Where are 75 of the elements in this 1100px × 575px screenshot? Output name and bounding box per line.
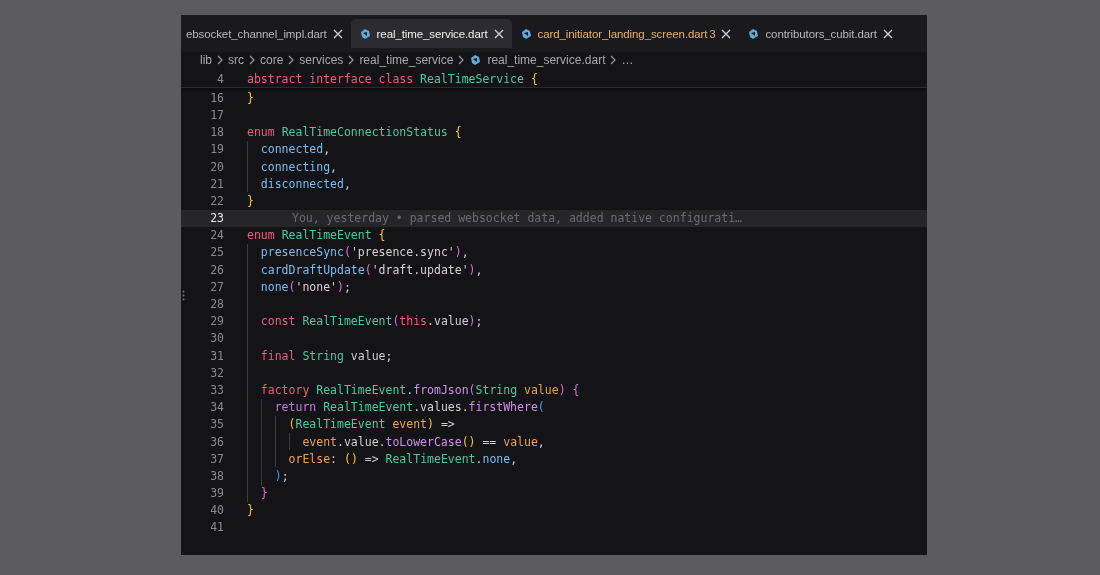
line-number: 35 bbox=[209, 417, 225, 432]
line-number: 39 bbox=[209, 486, 225, 501]
close-icon[interactable] bbox=[721, 28, 732, 39]
close-icon[interactable] bbox=[332, 28, 343, 39]
line-number: 37 bbox=[209, 451, 225, 466]
breadcrumb-item[interactable]: services bbox=[299, 53, 344, 67]
code-line: none('none'); bbox=[259, 279, 351, 294]
code-line: connecting, bbox=[259, 159, 338, 174]
line-number: 28 bbox=[209, 297, 225, 312]
breadcrumb-item[interactable]: core bbox=[260, 53, 284, 67]
code-line: } bbox=[247, 503, 254, 518]
editor-tab[interactable]: card_initiator_landing_screen.dart 3 bbox=[511, 19, 740, 48]
line-number: 4 bbox=[216, 71, 225, 86]
code-line: connected, bbox=[259, 142, 331, 157]
line-number: 30 bbox=[209, 331, 225, 346]
code-line: event.value.toLowerCase() == value, bbox=[301, 434, 545, 449]
resize-handle-icon[interactable] bbox=[182, 290, 185, 301]
line-number: 17 bbox=[209, 107, 225, 122]
code-line: cardDraftUpdate('draft.update'), bbox=[259, 262, 483, 277]
problem-count: 3 bbox=[709, 27, 716, 40]
editor-tab[interactable]: ebsocket_channel_impl.dart bbox=[181, 19, 351, 48]
line-number: 31 bbox=[209, 348, 225, 363]
code-line: } bbox=[259, 486, 268, 501]
code-line: ); bbox=[273, 468, 289, 483]
code-line: enum RealTimeConnectionStatus { bbox=[247, 125, 462, 140]
line-number: 21 bbox=[209, 176, 225, 191]
breadcrumb-item[interactable]: … bbox=[621, 53, 634, 67]
line-number: 38 bbox=[209, 468, 225, 483]
breadcrumb-item[interactable]: src bbox=[228, 53, 244, 67]
code-line: presenceSync('presence.sync'), bbox=[259, 245, 469, 260]
line-number: 32 bbox=[209, 365, 225, 380]
breadcrumb-item[interactable]: real_time_service bbox=[359, 53, 454, 67]
code-line: return RealTimeEvent.values.firstWhere( bbox=[273, 400, 545, 415]
line-number: 16 bbox=[209, 90, 225, 105]
line-number: 41 bbox=[209, 520, 225, 535]
code-line: abstract interface class RealTimeService { bbox=[247, 71, 538, 86]
code-line: const RealTimeEvent(this.value); bbox=[259, 314, 483, 329]
chevron-icon bbox=[249, 55, 255, 65]
code-line: final String value; bbox=[259, 348, 393, 363]
line-number: 22 bbox=[209, 193, 225, 208]
close-icon[interactable] bbox=[882, 28, 893, 39]
code-line: } bbox=[247, 193, 254, 208]
line-number: 24 bbox=[209, 228, 225, 243]
line-number: 23 bbox=[209, 211, 225, 226]
dart-icon bbox=[519, 27, 532, 40]
editor-tab[interactable]: contributors_cubit.dart bbox=[739, 19, 901, 48]
chevron-icon bbox=[610, 55, 617, 65]
code-line: orElse: () => RealTimeEvent.none, bbox=[287, 451, 518, 466]
code-line: enum RealTimeEvent { bbox=[247, 228, 386, 243]
line-number: 29 bbox=[209, 314, 225, 329]
breadcrumb-item[interactable]: real_time_service.dart bbox=[469, 53, 606, 67]
code-line: factory RealTimeEvent.fromJson(String value) { bbox=[259, 382, 580, 397]
blame-annotation: You, yesterday • parsed websocket data, added native configurati… bbox=[292, 211, 743, 226]
code-line: (RealTimeEvent event) => bbox=[287, 417, 455, 432]
line-number: 25 bbox=[209, 245, 225, 260]
chevron-icon bbox=[217, 55, 223, 65]
dart-icon bbox=[747, 27, 760, 40]
chevron-icon bbox=[288, 55, 295, 65]
line-number: 20 bbox=[209, 159, 225, 174]
line-number: 33 bbox=[209, 382, 225, 397]
chevron-icon bbox=[458, 55, 465, 65]
code-line: disconnected, bbox=[259, 176, 351, 191]
code-line: } bbox=[247, 90, 254, 105]
line-number: 36 bbox=[209, 434, 225, 449]
close-icon[interactable] bbox=[493, 28, 504, 39]
line-number: 34 bbox=[209, 400, 225, 415]
line-number: 18 bbox=[209, 125, 225, 140]
line-number: 27 bbox=[209, 279, 225, 294]
line-number: 40 bbox=[209, 503, 225, 518]
editor-tab[interactable]: real_time_service.dart bbox=[350, 19, 512, 48]
line-number: 26 bbox=[209, 262, 225, 277]
breadcrumb-item[interactable]: lib bbox=[200, 53, 212, 67]
line-number: 19 bbox=[209, 142, 225, 157]
dart-icon bbox=[358, 27, 371, 40]
chevron-icon bbox=[348, 55, 355, 65]
